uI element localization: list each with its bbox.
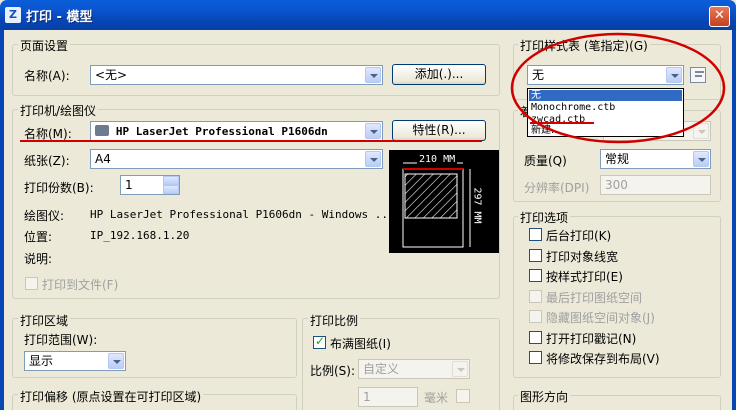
fit-paper-checkbox[interactable] (313, 334, 326, 349)
plot-offset-title: 打印偏移 (原点设置在可打印区域) (18, 388, 204, 405)
window-title: 打印 - 模型 (26, 10, 93, 25)
add-button[interactable]: 添加(.)... (392, 64, 486, 85)
printer-name-select[interactable]: HP LaserJet Professional P1606dn (90, 121, 383, 141)
plotter-value: HP LaserJet Professional P1606dn - Windo… (90, 208, 395, 221)
plot-option-checkbox[interactable] (529, 269, 542, 282)
dpi-label: 分辨率(DPI) (524, 181, 590, 195)
paper-value: A4 (95, 152, 111, 166)
page-setup-name-select[interactable]: <无> (90, 65, 383, 85)
paper-select[interactable]: A4 (90, 149, 383, 169)
printer-name-value: HP LaserJet Professional P1606dn (115, 125, 328, 138)
dpi-input[interactable]: 300 (600, 175, 711, 195)
chevron-down-icon[interactable] (108, 353, 124, 369)
window-frame-left (0, 30, 4, 410)
preview-height-label: 297 MM (471, 187, 483, 224)
plot-option-label: 将修改保存到布局(V) (546, 352, 660, 366)
plot-area-title: 打印区域 (18, 312, 71, 329)
stepper-up-icon[interactable] (163, 176, 179, 185)
paper-preview: 210 MM 297 MM (389, 150, 499, 253)
location-label: 位置: (24, 230, 53, 244)
plot-option-label: 隐藏图纸空间对象(J) (546, 311, 655, 325)
plot-option-checkbox[interactable] (529, 248, 542, 262)
properties-button[interactable]: 特性(R)... (392, 120, 486, 141)
plot-option-label: 后台打印(K) (546, 229, 612, 243)
unit-label: 毫米 (424, 391, 449, 405)
plot-option-label: 最后打印图纸空间 (546, 290, 643, 305)
plot-scale-title: 打印比例 (308, 312, 361, 329)
plot-option-checkbox[interactable] (529, 330, 542, 344)
chevron-down-icon[interactable] (365, 123, 381, 139)
plot-option-checkbox[interactable] (529, 289, 542, 303)
chevron-down-icon[interactable] (365, 151, 381, 167)
plot-option-label: 按样式打印(E) (546, 270, 623, 284)
close-button[interactable]: ✕ (709, 6, 730, 27)
plot-option-checkbox[interactable] (529, 310, 542, 323)
description-label: 说明: (24, 252, 53, 266)
annotation-ellipse (510, 32, 726, 144)
annotation-underline (20, 140, 482, 142)
plot-range-label: 打印范围(W): (24, 333, 98, 347)
chevron-down-icon[interactable] (365, 67, 381, 83)
quality-select[interactable]: 常规 (600, 149, 711, 169)
copies-label: 打印份数(B): (24, 181, 94, 195)
plot-option-label: 打印对象线宽 (546, 249, 619, 264)
page-setup-title: 页面设置 (18, 37, 71, 54)
location-value: IP_192.168.1.20 (90, 229, 190, 242)
title-bar (0, 0, 736, 30)
page-setup-name-value: <无> (95, 68, 128, 82)
page-setup-name-label: 名称(A): (24, 69, 70, 83)
quality-label: 质量(Q) (524, 154, 567, 168)
preview-width-label: 210 MM (417, 154, 458, 165)
scale-value: 自定义 (363, 362, 400, 376)
plotter-label: 绘图仪: (24, 209, 65, 223)
print-to-file-checkbox[interactable] (25, 277, 38, 290)
window-frame-right (732, 30, 736, 410)
unit-dropdown-stub[interactable] (456, 389, 470, 403)
plot-range-value: 显示 (29, 354, 54, 368)
printer-group-title: 打印机/绘图仪 (18, 102, 99, 119)
print-to-file-label: 打印到文件(F) (42, 278, 119, 292)
plot-option-checkbox[interactable] (529, 351, 542, 364)
app-icon: Z (5, 7, 21, 23)
chevron-down-icon[interactable] (693, 151, 709, 167)
plot-option-label: 打开打印戳记(N) (546, 331, 637, 346)
copies-stepper[interactable] (163, 176, 179, 194)
stepper-down-icon[interactable] (163, 185, 179, 194)
plot-range-select[interactable]: 显示 (24, 351, 126, 371)
fit-paper-label: 布满图纸(I) (330, 337, 391, 351)
scale-value-input[interactable]: 1 (358, 387, 418, 407)
plot-options-title: 打印选项 (518, 209, 571, 226)
quality-value: 常规 (605, 152, 630, 166)
chevron-down-icon[interactable] (452, 361, 468, 377)
plot-option-checkbox[interactable] (529, 228, 542, 241)
scale-select[interactable]: 自定义 (358, 359, 470, 379)
orientation-title: 图形方向 (518, 388, 571, 405)
paper-label: 纸张(Z): (24, 154, 70, 168)
scale-label: 比例(S): (310, 364, 356, 378)
printer-icon (95, 125, 109, 136)
